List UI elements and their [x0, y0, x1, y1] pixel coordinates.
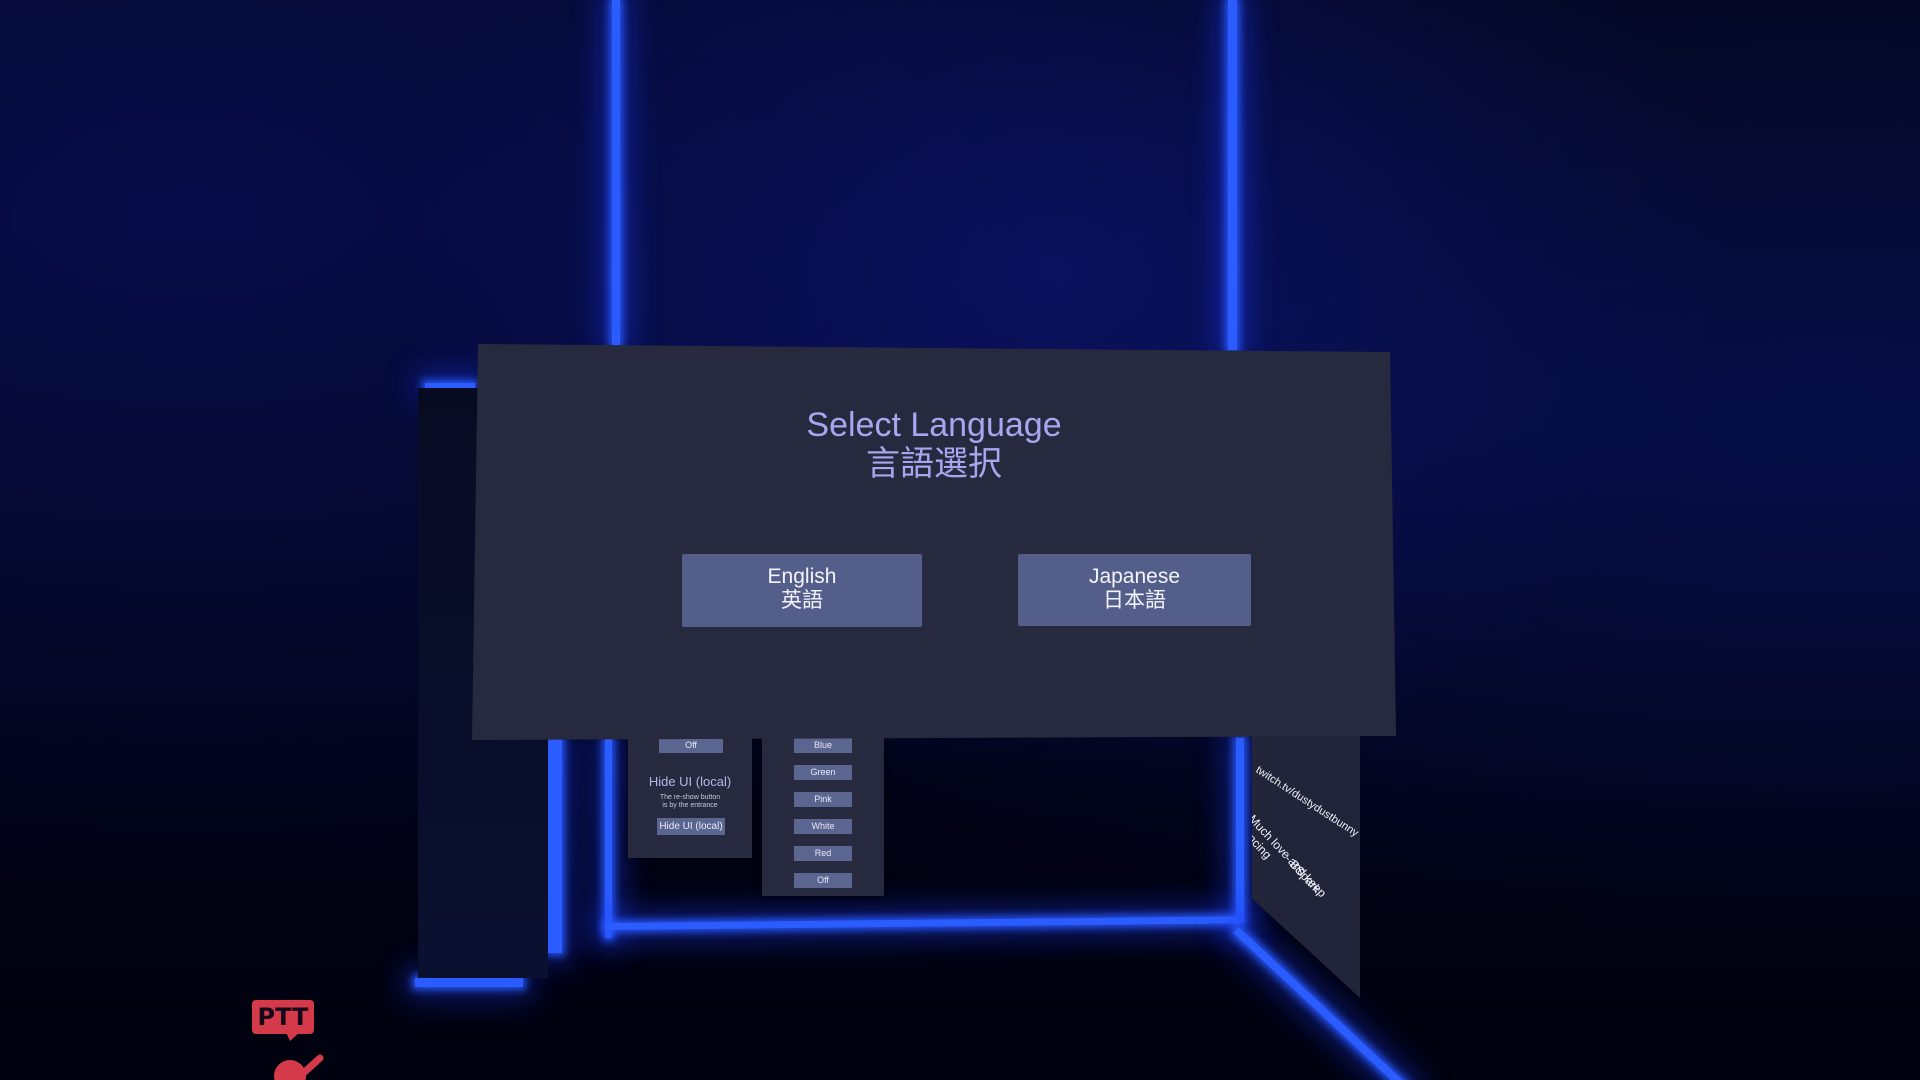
- push-to-talk-badge: PTT: [252, 1000, 314, 1034]
- vr-scene: Off Hide UI (local) The re-show button i…: [0, 0, 1920, 1080]
- dialog-subtitle: 言語選択: [866, 445, 1002, 483]
- settings-panel-left: Off Hide UI (local) The re-show button i…: [628, 738, 752, 858]
- english-button-sublabel: 英語: [781, 589, 823, 612]
- ptt-badge-tail-icon: [286, 1032, 300, 1041]
- color-option-white[interactable]: White: [794, 819, 852, 834]
- neon-left-lower-vertical: [605, 738, 612, 938]
- neon-right-vertical: [1228, 0, 1237, 350]
- english-button[interactable]: English 英語: [682, 554, 922, 627]
- microphone-muted-icon: [274, 1054, 324, 1080]
- neon-right-lower-vertical: [1236, 738, 1244, 923]
- toggle-off-button[interactable]: Off: [659, 738, 723, 753]
- neon-left-vertical: [612, 0, 620, 345]
- neon-shelf-bottom: [415, 978, 523, 987]
- language-select-dialog: Select Language 言語選択 English 英語 Japanese…: [472, 344, 1396, 740]
- color-option-green[interactable]: Green: [794, 765, 852, 780]
- english-button-label: English: [767, 565, 837, 588]
- color-option-red[interactable]: Red: [794, 846, 852, 861]
- color-options-panel: Blue Green Pink White Red Off: [762, 738, 884, 896]
- hide-ui-button[interactable]: Hide UI (local): [657, 818, 725, 835]
- color-option-off[interactable]: Off: [794, 873, 852, 888]
- color-option-pink[interactable]: Pink: [794, 792, 852, 807]
- neon-side-vertical: [548, 738, 562, 953]
- japanese-button-sublabel: 日本語: [1103, 589, 1166, 612]
- japanese-button-label: Japanese: [1088, 565, 1181, 588]
- neon-floor-line: [605, 916, 1239, 930]
- hide-ui-note-line2: is by the entrance: [662, 802, 718, 809]
- dialog-title: Select Language: [806, 406, 1062, 444]
- hide-ui-title: Hide UI (local): [648, 774, 732, 789]
- hide-ui-note-line1: The re-show button: [659, 794, 721, 801]
- color-option-blue[interactable]: Blue: [794, 738, 852, 753]
- japanese-button[interactable]: Japanese 日本語: [1018, 554, 1251, 626]
